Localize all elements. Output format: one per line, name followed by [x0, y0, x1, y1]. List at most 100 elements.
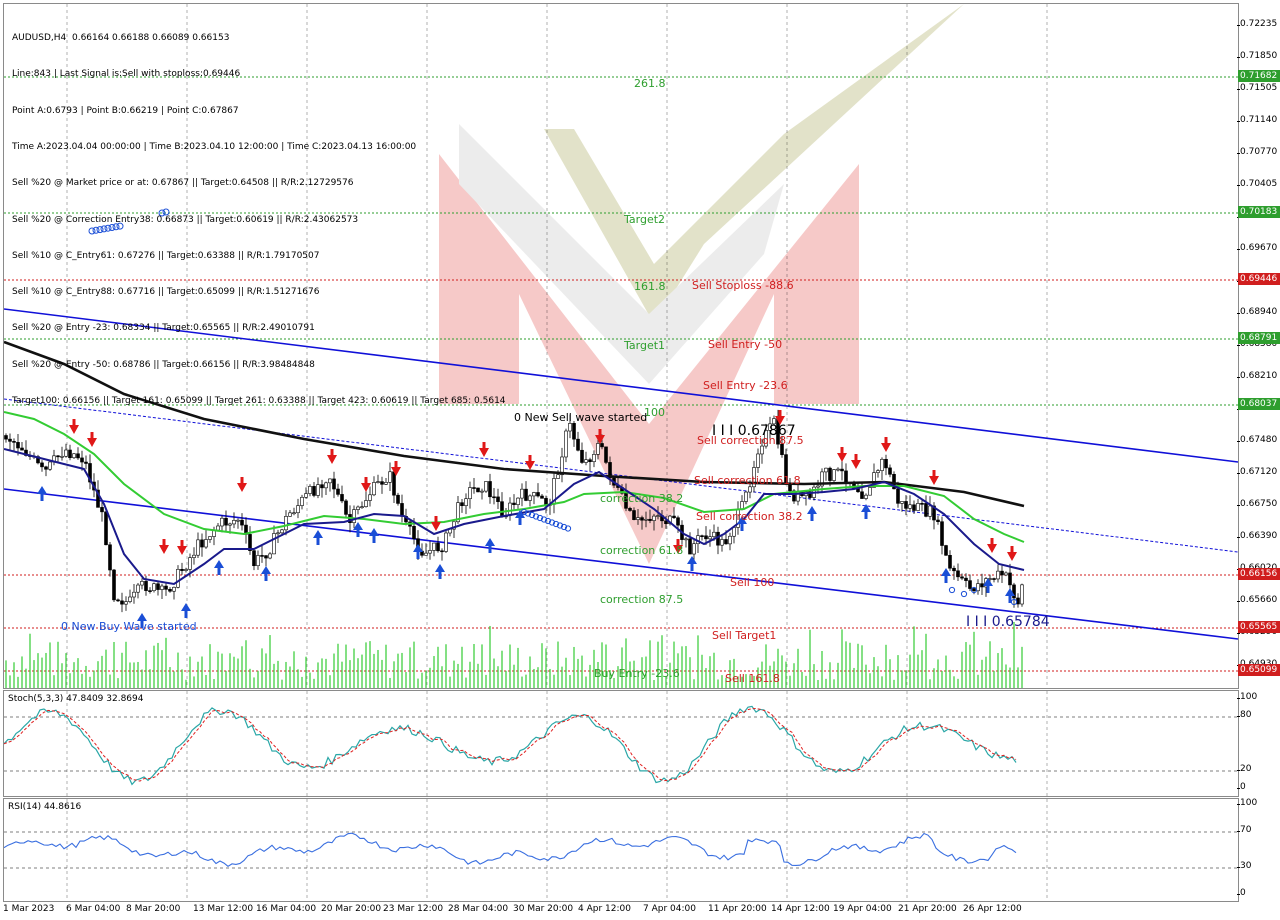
level-label: 261.8: [634, 77, 666, 90]
sell-arrow-icon: [361, 477, 371, 492]
rsi-title: RSI(14) 44.8616: [8, 802, 82, 812]
rsi-svg: [4, 799, 1238, 901]
rsi-line: [4, 832, 1017, 867]
stochastic-svg: [4, 691, 1238, 796]
level-label: correction 87.5: [600, 593, 683, 606]
chart-window[interactable]: 261.8 Target2 161.8 Sell Stoploss -88.6 Targ…: [0, 0, 1280, 920]
level-label: Sell correction 61.8: [694, 474, 801, 487]
time-tick: 23 Mar 12:00: [383, 904, 444, 914]
level-label: Sell correction 38.2: [696, 510, 803, 523]
price-level-tag: 0.65565: [1238, 621, 1280, 633]
point-c-label: I I I 0.67867: [712, 423, 796, 439]
buy-arrow-icon: [214, 560, 224, 575]
price-tick: 0.65660: [1236, 595, 1278, 605]
time-tick: 13 Mar 12:00: [193, 904, 254, 914]
buy-arrow-icon: [313, 530, 323, 545]
buy-arrow-icon: [687, 556, 697, 571]
time-tick: 11 Apr 20:00: [708, 904, 767, 914]
time-tick: 14 Apr 12:00: [771, 904, 830, 914]
info-line: Sell %20 @ Market price or at: 0.67867 |…: [12, 178, 354, 189]
level-label: Sell 100: [730, 576, 774, 589]
rsi-tick: 0: [1237, 888, 1246, 898]
price-tick: 0.71505: [1236, 83, 1278, 93]
rsi-tick: 70: [1236, 825, 1252, 835]
time-axis: 1 Mar 2023 6 Mar 04:00 8 Mar 20:00 13 Mar 1…: [3, 901, 1237, 920]
stoch-main-line: [4, 705, 1017, 786]
stoch-tick: 20: [1236, 764, 1252, 774]
price-level-tag: 0.68037: [1238, 398, 1280, 410]
info-line: Sell %10 @ C_Entry88: 0.67716 || Target:…: [12, 287, 320, 298]
price-level-tag: 0.70183: [1238, 206, 1280, 218]
price-tick: 0.67480: [1236, 435, 1278, 445]
buy-arrow-icon: [369, 528, 379, 543]
info-line: Time A:2023.04.04 00:00:00 | Time B:2023…: [12, 142, 417, 153]
level-label: Sell Entry -50: [708, 338, 782, 351]
level-label: 161.8: [634, 280, 666, 293]
sell-arrow-icon: [1007, 546, 1017, 561]
level-label: Target1: [623, 339, 665, 352]
level-label: Sell Target1: [712, 629, 776, 642]
level-label: Sell Entry -23.6: [703, 379, 788, 392]
price-level-tag: 0.65099: [1238, 664, 1280, 676]
stochastic-pane[interactable]: Stoch(5,3,3) 47.8409 32.8694: [3, 690, 1239, 797]
price-tick: 0.71850: [1236, 51, 1278, 61]
sell-wave-label: 0 New Sell wave started: [514, 411, 647, 424]
sell-arrow-icon: [237, 477, 247, 492]
point-low-label: I I I 0.65784: [966, 614, 1050, 630]
level-label: Sell 161.8: [725, 672, 780, 685]
price-tick: 0.71140: [1236, 115, 1278, 125]
time-tick: 30 Mar 20:00: [513, 904, 574, 914]
sell-arrow-icon: [837, 447, 847, 462]
sell-arrow-icon: [177, 540, 187, 555]
sell-arrow-icon: [327, 449, 337, 464]
info-line: Line:843 | Last Signal is:Sell with stop…: [12, 69, 241, 80]
sell-arrow-icon: [987, 538, 997, 553]
stoch-tick: 100: [1236, 692, 1258, 702]
price-tick: 0.69670: [1236, 243, 1278, 253]
time-tick: 6 Mar 04:00: [66, 904, 121, 914]
price-level-tag: 0.69446: [1238, 273, 1280, 285]
sell-arrow-icon: [431, 516, 441, 531]
time-tick: 28 Mar 04:00: [448, 904, 509, 914]
signal-info-panel: AUDUSD,H4 0.66164 0.66188 0.66089 0.6615…: [12, 8, 506, 431]
price-tick: 0.70405: [1236, 179, 1278, 189]
time-tick: 7 Apr 04:00: [643, 904, 696, 914]
time-tick: 20 Mar 20:00: [321, 904, 382, 914]
buy-arrow-icon: [941, 568, 951, 583]
price-tick: 0.66750: [1236, 499, 1278, 509]
info-line: Target100: 0.66156 || Target 161: 0.6509…: [12, 396, 506, 406]
time-tick: 1 Mar 2023: [3, 904, 55, 914]
rsi-pane[interactable]: RSI(14) 44.8616: [3, 798, 1239, 902]
time-tick: 19 Apr 04:00: [833, 904, 892, 914]
time-tick: 8 Mar 20:00: [126, 904, 181, 914]
sell-arrow-icon: [87, 432, 97, 447]
buy-arrow-icon: [353, 522, 363, 537]
rsi-tick: 30: [1236, 861, 1252, 871]
price-level-tag: 0.68791: [1238, 332, 1280, 344]
buy-wave-label: 0 New Buy Wave started: [61, 620, 197, 633]
info-line: Sell %20 @ Entry -50: 0.68786 || Target:…: [12, 359, 315, 370]
price-tick: 0.66390: [1236, 531, 1278, 541]
sell-arrow-icon: [525, 455, 535, 470]
price-level-tag: 0.71682: [1238, 70, 1280, 82]
info-line: Sell %10 @ C_Entry61: 0.67276 || Target:…: [12, 250, 320, 261]
time-tick: 4 Apr 12:00: [578, 904, 631, 914]
rsi-axis: 100 70 30 0: [1236, 798, 1280, 900]
buy-arrow-icon: [485, 538, 495, 553]
sell-arrow-icon: [881, 437, 891, 452]
sell-arrow-icon: [159, 539, 169, 554]
stochastic-axis: 100 80 20 0: [1236, 690, 1280, 795]
price-tick: 0.72235: [1236, 19, 1278, 29]
stoch-tick: 0: [1237, 782, 1246, 792]
buy-arrow-icon: [181, 603, 191, 618]
level-label: Buy Entry -23.6: [594, 667, 680, 680]
sell-arrow-icon: [929, 470, 939, 485]
buy-arrow-icon: [37, 486, 47, 501]
buy-arrow-icon: [807, 506, 817, 521]
info-line: Point A:0.6793 | Point B:0.66219 | Point…: [12, 105, 239, 116]
buy-arrow-icon: [261, 566, 271, 581]
rsi-tick: 100: [1236, 798, 1258, 808]
price-chart-pane[interactable]: 261.8 Target2 161.8 Sell Stoploss -88.6 Targ…: [3, 3, 1239, 689]
level-label: correction 61.8: [600, 544, 683, 557]
buy-arrow-icon: [413, 544, 423, 559]
